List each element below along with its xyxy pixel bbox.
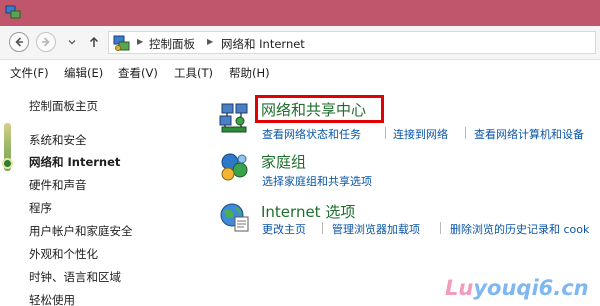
menu-tools[interactable]: 工具(T): [174, 65, 213, 81]
menu-edit[interactable]: 编辑(E): [64, 65, 103, 81]
arrow-left-icon: [15, 37, 23, 47]
chevron-right-icon[interactable]: ▶: [137, 37, 143, 46]
back-button[interactable]: [9, 32, 29, 52]
internet-options-icon[interactable]: [218, 201, 250, 233]
network-sharing-center-icon[interactable]: [218, 102, 250, 134]
sidebar-item-control-panel-home[interactable]: 控制面板主页: [29, 98, 98, 114]
watermark-text-part: Lu: [445, 276, 474, 300]
sidebar-item-ease-of-access[interactable]: 轻松使用: [29, 292, 75, 306]
link-divider: [385, 127, 386, 139]
recent-locations-button[interactable]: [65, 35, 79, 49]
forward-button[interactable]: [36, 32, 56, 52]
breadcrumb-control-panel[interactable]: 控制面板: [149, 36, 195, 52]
control-panel-app-icon: [5, 4, 21, 20]
current-location-dot: [2, 158, 13, 169]
breadcrumb-network-internet[interactable]: 网络和 Internet: [221, 36, 305, 52]
chevron-right-icon[interactable]: ▶: [207, 37, 213, 46]
homegroup-title[interactable]: 家庭组: [261, 151, 306, 172]
address-bar[interactable]: ▶ 控制面板 ▶ 网络和 Internet: [108, 31, 596, 54]
sidebar-item-hardware-sound[interactable]: 硬件和声音: [29, 177, 87, 193]
title-bar: [0, 0, 600, 26]
site-watermark: Luyouqi6.cn: [445, 276, 600, 306]
change-homepage-link[interactable]: 更改主页: [262, 221, 306, 237]
control-panel-icon: [113, 34, 131, 52]
watermark-text-part: youqi6.cn: [473, 276, 589, 300]
manage-addons-link[interactable]: 管理浏览器加载项: [332, 221, 420, 237]
link-divider: [465, 127, 466, 139]
view-network-computers-link[interactable]: 查看网络计算机和设备: [474, 126, 584, 142]
menu-view[interactable]: 查看(V): [118, 65, 158, 81]
link-divider: [440, 222, 441, 234]
sidebar-item-appearance[interactable]: 外观和个性化: [29, 246, 98, 262]
sidebar-item-programs[interactable]: 程序: [29, 200, 52, 216]
choose-homegroup-sharing-link[interactable]: 选择家庭组和共享选项: [262, 173, 372, 189]
delete-browsing-history-link[interactable]: 删除浏览的历史记录和 cook: [450, 221, 589, 237]
arrow-right-icon: [42, 37, 50, 47]
chevron-down-icon: [68, 40, 76, 45]
highlight-box: [255, 95, 384, 123]
menu-help[interactable]: 帮助(H): [229, 65, 270, 81]
sidebar-item-user-accounts[interactable]: 用户帐户和家庭安全: [29, 223, 133, 239]
sidebar-item-network-internet: 网络和 Internet: [29, 155, 121, 169]
link-divider: [322, 222, 323, 234]
connect-to-network-link[interactable]: 连接到网络: [393, 126, 448, 142]
view-network-status-link[interactable]: 查看网络状态和任务: [262, 126, 361, 142]
homegroup-icon[interactable]: [218, 151, 250, 183]
navigation-bar: ▶ 控制面板 ▶ 网络和 Internet: [0, 26, 600, 60]
menu-bar: 文件(F) 编辑(E) 查看(V) 工具(T) 帮助(H): [0, 61, 600, 83]
arrow-up-icon: [89, 36, 99, 47]
sidebar-item-system-security[interactable]: 系统和安全: [29, 132, 87, 148]
menu-file[interactable]: 文件(F): [10, 65, 49, 81]
sidebar-item-clock-language-region[interactable]: 时钟、语言和区域: [29, 269, 121, 285]
up-button[interactable]: [87, 35, 101, 49]
internet-options-title[interactable]: Internet 选项: [261, 201, 355, 222]
